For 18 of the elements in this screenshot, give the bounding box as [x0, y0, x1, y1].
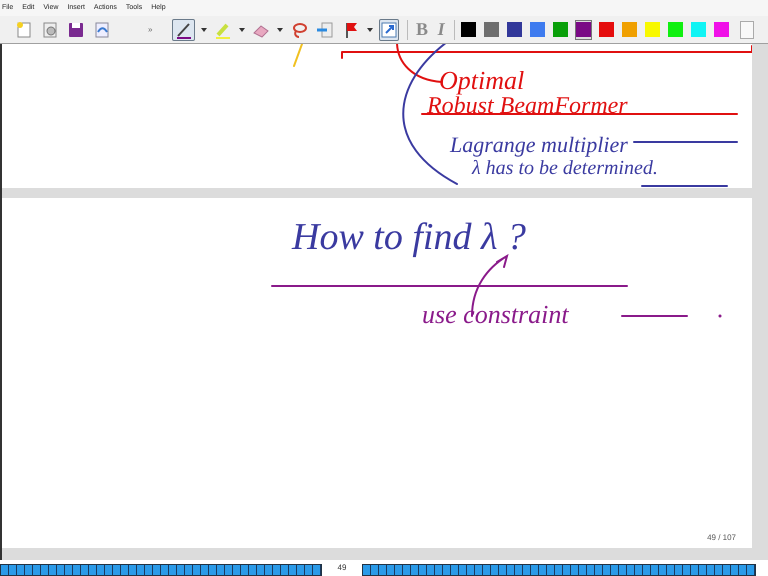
handwritten-note: use constraint	[422, 302, 569, 328]
dropdown-caret-icon[interactable]	[366, 26, 373, 32]
dropdown-caret-icon[interactable]	[200, 26, 207, 32]
more-colors-button[interactable]	[740, 20, 754, 38]
handwritten-note: Optimal	[439, 68, 524, 94]
pen-tool-button[interactable]	[172, 18, 195, 40]
handwritten-note: Robust BeamFormer	[427, 94, 628, 118]
page-number: 49 / 107	[707, 532, 736, 544]
handwritten-note: How to find λ ?	[292, 218, 526, 256]
overflow-button[interactable]: »	[148, 24, 152, 36]
page-strip[interactable]	[0, 564, 322, 576]
dropdown-caret-icon[interactable]	[276, 26, 283, 32]
current-page-label: 49	[336, 562, 348, 574]
selection-tool-button[interactable]	[378, 18, 399, 40]
handwritten-note: λ has to be determined.	[472, 158, 658, 178]
handwritten-note: Lagrange multiplier	[450, 134, 628, 156]
page-strip[interactable]	[362, 564, 756, 576]
dropdown-caret-icon[interactable]	[238, 26, 245, 32]
